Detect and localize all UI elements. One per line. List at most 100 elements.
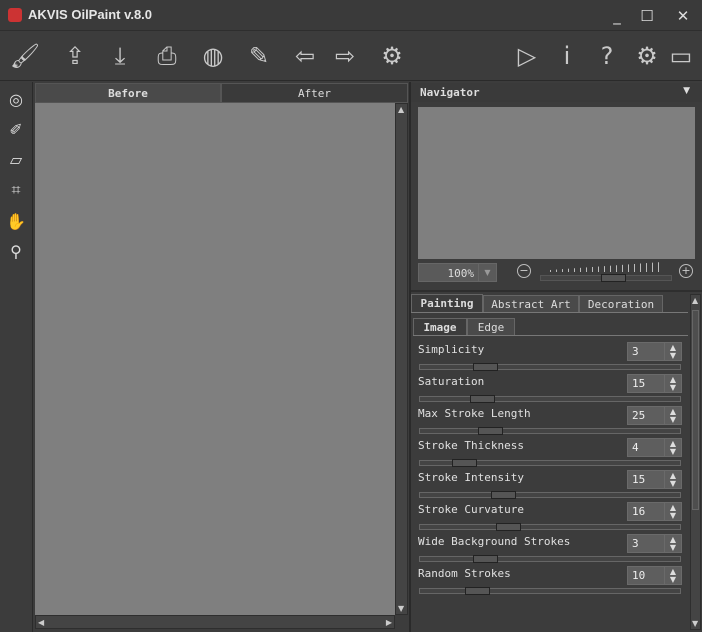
painting-tool-icon[interactable]: ◎ (4, 88, 28, 112)
stroke-curvature-slider[interactable] (419, 523, 681, 531)
wide-background-strokes-slider[interactable] (419, 555, 681, 563)
saturation-label: Saturation (418, 375, 485, 388)
stroke-curvature-stepper-icon[interactable]: ▲ ▼ (664, 503, 681, 520)
stroke-intensity-value[interactable]: 15 (632, 473, 645, 486)
simplicity-stepper-icon[interactable]: ▲ ▼ (664, 343, 681, 360)
simplicity-slider-thumb[interactable] (473, 363, 498, 371)
stroke-intensity-slider[interactable] (419, 491, 681, 499)
saturation-stepper-icon[interactable]: ▲ ▼ (664, 375, 681, 392)
simplicity-spinbox[interactable]: 3 ▲ ▼ (627, 342, 682, 361)
tab-painting[interactable]: Painting (411, 294, 483, 313)
random-strokes-spinbox[interactable]: 10 ▲ ▼ (627, 566, 682, 585)
zoom-icon[interactable]: ⚲ (4, 240, 28, 264)
comment-icon[interactable]: ▭ (664, 39, 698, 73)
close-button[interactable]: ✕ (666, 4, 700, 28)
max-stroke-length-spinbox[interactable]: 25 ▲ ▼ (627, 406, 682, 425)
random-strokes-stepper-icon[interactable]: ▲ ▼ (664, 567, 681, 584)
preferences-icon[interactable]: ⚙ (630, 39, 664, 73)
saturation-spinbox[interactable]: 15 ▲ ▼ (627, 374, 682, 393)
stroke-thickness-slider-thumb[interactable] (452, 459, 478, 467)
share-icon[interactable]: ◍ (196, 39, 230, 73)
max-stroke-length-slider[interactable] (419, 427, 681, 435)
simplicity-label: Simplicity (418, 343, 485, 356)
random-strokes-slider-thumb[interactable] (465, 587, 491, 595)
hand-icon[interactable]: ✋ (4, 210, 28, 234)
save-icon[interactable]: ⤓ (103, 39, 137, 73)
print-icon[interactable]: ⎙ (150, 39, 184, 73)
subtab-edge[interactable]: Edge (467, 318, 515, 336)
scrollbar-thumb[interactable] (692, 310, 699, 510)
stroke-thickness-label: Stroke Thickness (418, 439, 524, 452)
eraser-icon[interactable]: ▱ (4, 148, 28, 172)
random-strokes-slider[interactable] (419, 587, 681, 595)
navigator-header: Navigator ▼ (411, 83, 702, 102)
chevron-down-icon[interactable]: ▼ (478, 264, 496, 281)
info-icon[interactable]: i (550, 39, 584, 73)
zoom-value: 100% (447, 267, 475, 280)
max-stroke-length-value[interactable]: 25 (632, 409, 645, 422)
tab-abstract-art[interactable]: Abstract Art (483, 295, 579, 313)
undo-icon[interactable]: ⇦ (288, 39, 322, 73)
image-canvas[interactable] (35, 103, 395, 615)
divider (413, 335, 688, 336)
max-stroke-length-slider-thumb[interactable] (478, 427, 504, 435)
saturation-slider-thumb[interactable] (470, 395, 496, 403)
navigator-preview[interactable] (418, 107, 695, 259)
title-bar: AKVIS OilPaint v.8.0 _ ☐ ✕ (0, 0, 702, 31)
stroke-curvature-slider-thumb[interactable] (496, 523, 522, 531)
direction-brush-icon[interactable]: ✐ (4, 118, 28, 142)
stroke-intensity-spinbox[interactable]: 15 ▲ ▼ (627, 470, 682, 489)
batch-icon[interactable]: ✎ (242, 39, 276, 73)
zoom-in-icon[interactable]: + (679, 264, 693, 278)
subtab-image[interactable]: Image (413, 318, 467, 336)
stroke-thickness-value[interactable]: 4 (632, 441, 639, 454)
stroke-intensity-slider-thumb[interactable] (491, 491, 517, 499)
divider (409, 82, 411, 632)
stroke-curvature-value[interactable]: 16 (632, 505, 645, 518)
open-icon[interactable]: ⇪ (58, 39, 92, 73)
stroke-intensity-label: Stroke Intensity (418, 471, 524, 484)
run-icon[interactable]: ▷ (510, 39, 544, 73)
random-strokes-value[interactable]: 10 (632, 569, 645, 582)
collapse-icon[interactable]: ▼ (683, 86, 690, 96)
simplicity-slider[interactable] (419, 363, 681, 371)
wide-background-strokes-spinbox[interactable]: 3 ▲ ▼ (627, 534, 682, 553)
maximize-button[interactable]: ☐ (630, 4, 664, 28)
tab-before[interactable]: Before (35, 83, 221, 103)
brush-logo-icon[interactable]: 🖌 (8, 39, 42, 73)
wide-background-strokes-value[interactable]: 3 (632, 537, 639, 550)
crop-icon[interactable]: ⌗ (4, 178, 28, 202)
navigator-title: Navigator (420, 86, 480, 99)
tab-after[interactable]: After (221, 83, 408, 103)
divider (411, 290, 702, 292)
random-strokes-label: Random Strokes (418, 567, 511, 580)
window-title: AKVIS OilPaint v.8.0 (28, 7, 153, 22)
canvas-horizontal-scrollbar[interactable]: ◀ ▶ (35, 615, 395, 629)
max-stroke-length-label: Max Stroke Length (418, 407, 531, 420)
saturation-value[interactable]: 15 (632, 377, 645, 390)
stroke-intensity-stepper-icon[interactable]: ▲ ▼ (664, 471, 681, 488)
wide-background-strokes-stepper-icon[interactable]: ▲ ▼ (664, 535, 681, 552)
zoom-select[interactable]: 100% ▼ (418, 263, 497, 282)
redo-icon[interactable]: ⇨ (328, 39, 362, 73)
divider (411, 312, 688, 313)
wide-background-strokes-slider-thumb[interactable] (473, 555, 498, 563)
simplicity-value[interactable]: 3 (632, 345, 639, 358)
stroke-thickness-spinbox[interactable]: 4 ▲ ▼ (627, 438, 682, 457)
tab-decoration[interactable]: Decoration (579, 295, 663, 313)
canvas-vertical-scrollbar[interactable]: ▲ ▼ (395, 103, 408, 615)
max-stroke-length-stepper-icon[interactable]: ▲ ▼ (664, 407, 681, 424)
zoom-slider-thumb[interactable] (600, 274, 626, 282)
app-logo-icon (8, 8, 22, 22)
zoom-slider[interactable] (540, 274, 672, 282)
saturation-slider[interactable] (419, 395, 681, 403)
settings-scrollbar[interactable]: ▲ ▼ (690, 294, 701, 630)
zoom-out-icon[interactable]: − (517, 264, 531, 278)
stroke-thickness-slider[interactable] (419, 459, 681, 467)
stroke-curvature-spinbox[interactable]: 16 ▲ ▼ (627, 502, 682, 521)
help-icon[interactable]: ? (590, 39, 624, 73)
settings-gears-icon[interactable]: ⚙ (375, 39, 409, 73)
zoom-scale-ticks (550, 262, 662, 272)
minimize-button[interactable]: _ (600, 4, 634, 28)
stroke-thickness-stepper-icon[interactable]: ▲ ▼ (664, 439, 681, 456)
